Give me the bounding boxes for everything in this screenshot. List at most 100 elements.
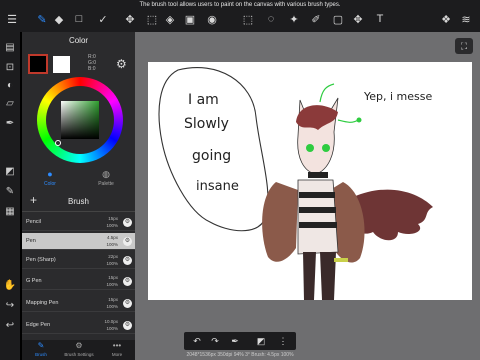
materials-icon[interactable]: ❖ — [438, 11, 454, 27]
character-collar — [308, 172, 328, 178]
rgb-readout: R:0 G:0 B:0 — [88, 54, 96, 72]
brush-item-edge-pen[interactable]: Edge Pen 10.0px 100% ⚙ — [22, 317, 135, 334]
floating-toolbar: ↶ ↷ ✒ ◩ ⋮ — [184, 332, 296, 350]
brush-name: Edge Pen — [26, 322, 51, 328]
brush-settings-gear-icon[interactable]: ⚙ — [123, 299, 132, 308]
brush-size: 4.5px 100% — [106, 235, 118, 247]
color-swatch-icon[interactable]: ◩ — [3, 164, 17, 178]
eyedropper-icon[interactable]: ✒ — [3, 116, 17, 130]
undo-icon[interactable]: ↶ — [190, 334, 204, 348]
bubble-line-1: I am — [188, 92, 219, 108]
more-tab-icon: ••• — [112, 341, 122, 350]
background-color-swatch[interactable] — [53, 56, 70, 73]
left-rail: ▤ ⊡ ◐ ▱ ✒ ◩ ✎ ▦ ✋ ↪ ↩ — [0, 32, 20, 360]
layers-panel-icon[interactable]: ▤ — [3, 40, 17, 54]
brush-item-pencil[interactable]: Pencil 15px 100% ⚙ — [22, 214, 135, 231]
rect-tool-icon[interactable]: □ — [71, 11, 87, 27]
brush-rail-icon[interactable]: ✎ — [3, 184, 17, 198]
tab-brush-label: Brush — [35, 352, 47, 357]
check-tool-icon[interactable]: ✓ — [95, 11, 111, 27]
brush-item-pen-sharp[interactable]: Pen (Sharp) 22px 100% ⚙ — [22, 252, 135, 269]
adjust-icon[interactable]: ◐ — [3, 78, 17, 92]
app-window: The brush tool allows users to paint on … — [0, 0, 480, 360]
brush-settings-gear-icon[interactable]: ⚙ — [123, 256, 132, 265]
brush-settings-gear-icon[interactable]: ⚙ — [123, 277, 132, 286]
brush-settings-gear-icon[interactable]: ⚙ — [123, 218, 132, 227]
character-right-leg — [320, 252, 336, 300]
brush-panel-header: + Brush — [22, 190, 135, 212]
stripe-1 — [299, 192, 335, 198]
brush-tab-icon: ✎ — [37, 341, 45, 350]
brush-item-pen[interactable]: Pen 4.5px 100% ⚙ — [22, 233, 135, 250]
menu-icon[interactable]: ☰ — [4, 11, 20, 27]
color-settings-gear-icon[interactable]: ⚙ — [116, 57, 127, 71]
tab-color[interactable]: ● Color — [22, 168, 78, 190]
color-tab-icon: ● — [47, 169, 53, 179]
move-alt-icon[interactable]: ✥ — [350, 11, 366, 27]
layers-icon[interactable]: ≋ — [458, 11, 474, 27]
ruler-icon[interactable]: ▱ — [3, 96, 17, 110]
stripe-2 — [299, 207, 336, 213]
lasso-tool-icon[interactable]: ◌ — [263, 11, 279, 27]
hand-icon[interactable]: ✋ — [3, 278, 17, 292]
tab-brush-settings-label: Brush Settings — [64, 352, 94, 357]
brush-item-mapping-pen[interactable]: Mapping Pen 15px 100% ⚙ — [22, 295, 135, 312]
tab-palette[interactable]: ◍ Palette — [78, 168, 134, 190]
brush-settings-tab-icon: ⚙ — [75, 341, 83, 350]
snap-icon[interactable]: ◩ — [254, 334, 268, 348]
select-tool-icon[interactable]: ⬚ — [240, 11, 256, 27]
select-eraser-icon[interactable]: ▢ — [330, 11, 346, 27]
fullscreen-icon[interactable]: ⛶ — [455, 38, 473, 54]
saturation-value-picker[interactable] — [61, 101, 99, 139]
panel-bottom-tabs: ✎ Brush ⚙ Brush Settings ••• More — [22, 340, 135, 360]
brush-name: Pen (Sharp) — [26, 257, 56, 263]
palette-tab-icon: ◍ — [102, 169, 110, 179]
select-pen-icon[interactable]: ✐ — [308, 11, 324, 27]
status-bar: 2048*1536px 350dpi 94% 3° Brush: 4.5px 1… — [186, 352, 294, 358]
transform-tool-icon[interactable]: ⬚ — [144, 11, 160, 27]
redo-icon[interactable]: ↷ — [208, 334, 222, 348]
brush-name: G Pen — [26, 278, 42, 284]
character-antenna — [319, 83, 335, 103]
hue-wheel[interactable] — [37, 77, 123, 163]
eraser-tool-icon[interactable]: ◆ — [51, 11, 67, 27]
blur-tool-icon[interactable]: ◉ — [204, 11, 220, 27]
brush-settings-gear-icon[interactable]: ⚙ — [123, 321, 132, 330]
text-tool-icon[interactable]: T — [372, 11, 388, 27]
bubble-line-2: Slowly — [184, 116, 229, 132]
drawing-canvas[interactable]: I am Slowly going insane Yep, i messe — [148, 62, 472, 300]
brush-name: Mapping Pen — [26, 300, 59, 306]
tab-more[interactable]: ••• More — [98, 340, 136, 360]
magic-wand-icon[interactable]: ✦ — [286, 11, 302, 27]
tab-palette-label: Palette — [98, 181, 114, 187]
grid-handle-icon[interactable]: ⋮ — [276, 334, 290, 348]
palette-rail-icon[interactable]: ▦ — [3, 204, 17, 218]
color-picker-knob[interactable] — [55, 140, 61, 146]
color-panel-title: Color — [68, 36, 89, 45]
tab-brush-settings[interactable]: ⚙ Brush Settings — [60, 340, 98, 360]
tool-row: ☰ ✎ ◆ □ ✓ ✥ ⬚ ◈ ▣ ◉ ⬚ ◌ ✦ ✐ ▢ ✥ T ❖ ≋ — [0, 11, 480, 29]
brush-settings-gear-icon[interactable]: ⚙ — [123, 237, 132, 246]
tooltip-text: The brush tool allows users to paint on … — [139, 2, 341, 8]
fill-tool-icon[interactable]: ◈ — [162, 11, 178, 27]
tab-brush[interactable]: ✎ Brush — [22, 340, 60, 360]
brush-panel-title: Brush — [68, 197, 89, 206]
gradient-tool-icon[interactable]: ▣ — [182, 11, 198, 27]
character-left-leg — [303, 252, 316, 300]
crop-icon[interactable]: ⊡ — [3, 60, 17, 74]
move-tool-icon[interactable]: ✥ — [122, 11, 138, 27]
brush-size: 10.0px 100% — [104, 319, 118, 331]
brush-item-g-pen[interactable]: G Pen 15px 100% ⚙ — [22, 273, 135, 290]
character-antenna-2 — [337, 119, 359, 123]
top-toolbar: The brush tool allows users to paint on … — [0, 0, 480, 32]
brush-size: 15px 100% — [106, 275, 118, 287]
undo-arrow-icon[interactable]: ↩ — [3, 318, 17, 332]
brush-name: Pen — [26, 238, 36, 244]
foreground-color-swatch[interactable] — [28, 54, 48, 74]
brush-tool-icon[interactable]: ✎ — [34, 11, 50, 27]
redo-arrow-icon[interactable]: ↪ — [3, 298, 17, 312]
color-tabs: ● Color ◍ Palette — [22, 168, 135, 190]
eyedropper-float-icon[interactable]: ✒ — [228, 334, 242, 348]
bubble-line-3: going — [192, 148, 231, 164]
character-left-eye — [306, 144, 314, 152]
